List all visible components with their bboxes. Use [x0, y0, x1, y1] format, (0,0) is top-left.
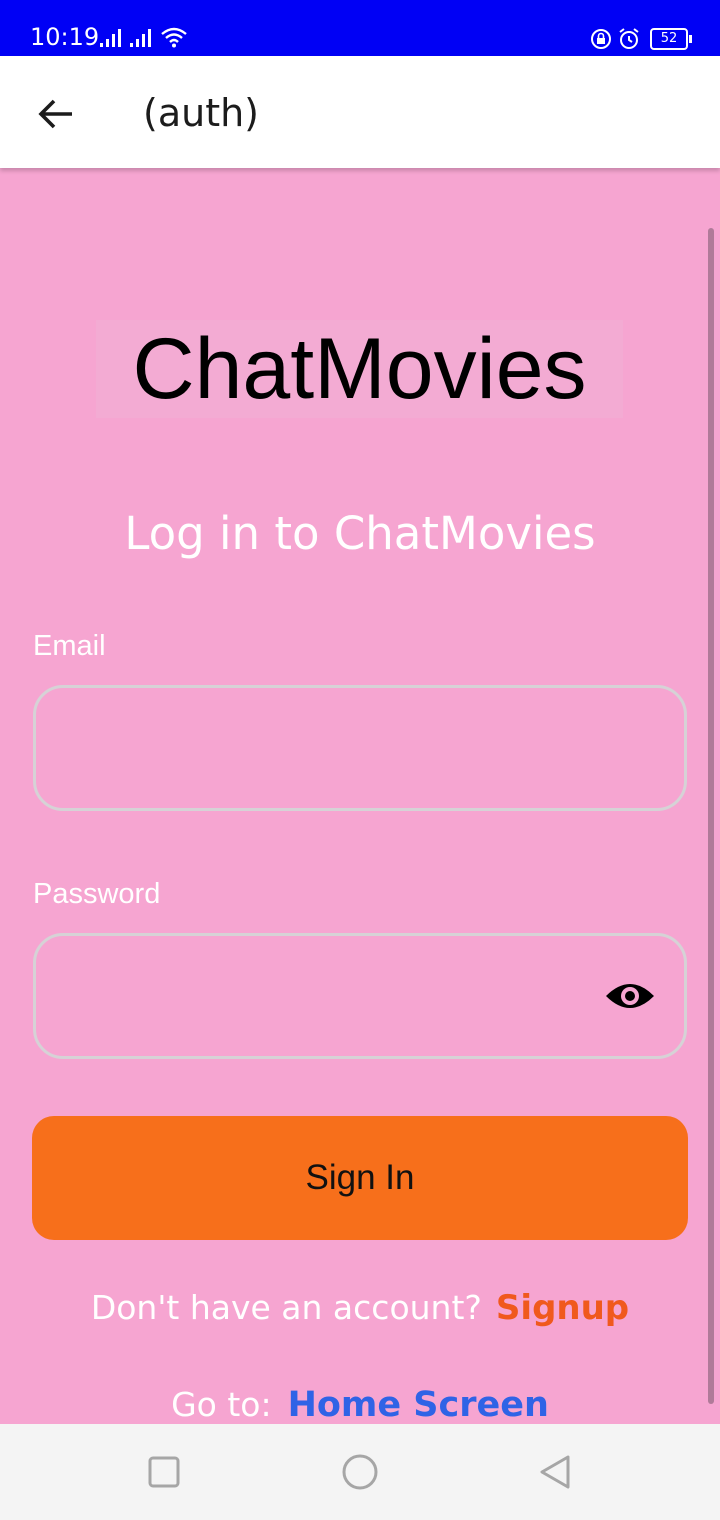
- home-circle-icon[interactable]: [336, 1448, 384, 1496]
- scrollbar[interactable]: [708, 228, 714, 1404]
- home-screen-link[interactable]: Home Screen: [288, 1385, 549, 1425]
- status-bar: 10:19 52: [0, 0, 720, 56]
- sign-in-button[interactable]: Sign In: [32, 1116, 688, 1240]
- signup-link[interactable]: Signup: [496, 1288, 629, 1328]
- email-field[interactable]: [60, 688, 604, 810]
- goto-prompt: Go to: Home Screen: [0, 1385, 720, 1425]
- eye-icon[interactable]: [604, 978, 656, 1014]
- status-time: 10:19: [30, 23, 100, 51]
- lock-rotation-icon: [591, 29, 611, 49]
- login-screen: 10:19 52 (auth) ChatMovies Log in to Cha…: [0, 0, 720, 1520]
- battery-indicator: 52: [650, 28, 692, 50]
- cellular-signal-icon: [100, 29, 121, 47]
- app-bar: (auth): [0, 56, 720, 168]
- back-triangle-icon[interactable]: [532, 1448, 580, 1496]
- page-title: (auth): [143, 91, 260, 135]
- goto-prompt-text: Go to:: [171, 1385, 272, 1424]
- alarm-icon: [619, 28, 639, 49]
- signup-prompt: Don't have an account? Signup: [0, 1288, 720, 1328]
- signup-prompt-text: Don't have an account?: [90, 1288, 482, 1327]
- arrow-left-icon: [38, 99, 72, 129]
- recents-square-icon[interactable]: [140, 1448, 188, 1496]
- login-heading: Log in to ChatMovies: [124, 507, 596, 560]
- password-field[interactable]: [60, 936, 604, 1058]
- password-label: Password: [33, 878, 161, 910]
- wifi-icon: [161, 27, 187, 48]
- system-nav-bar: [0, 1424, 720, 1520]
- cellular-signal-icon-2: [130, 29, 151, 47]
- email-field-box[interactable]: [33, 685, 687, 811]
- email-label: Email: [33, 630, 106, 662]
- password-field-box[interactable]: [33, 933, 687, 1059]
- back-button[interactable]: [28, 86, 84, 142]
- app-logo: ChatMovies: [96, 320, 623, 418]
